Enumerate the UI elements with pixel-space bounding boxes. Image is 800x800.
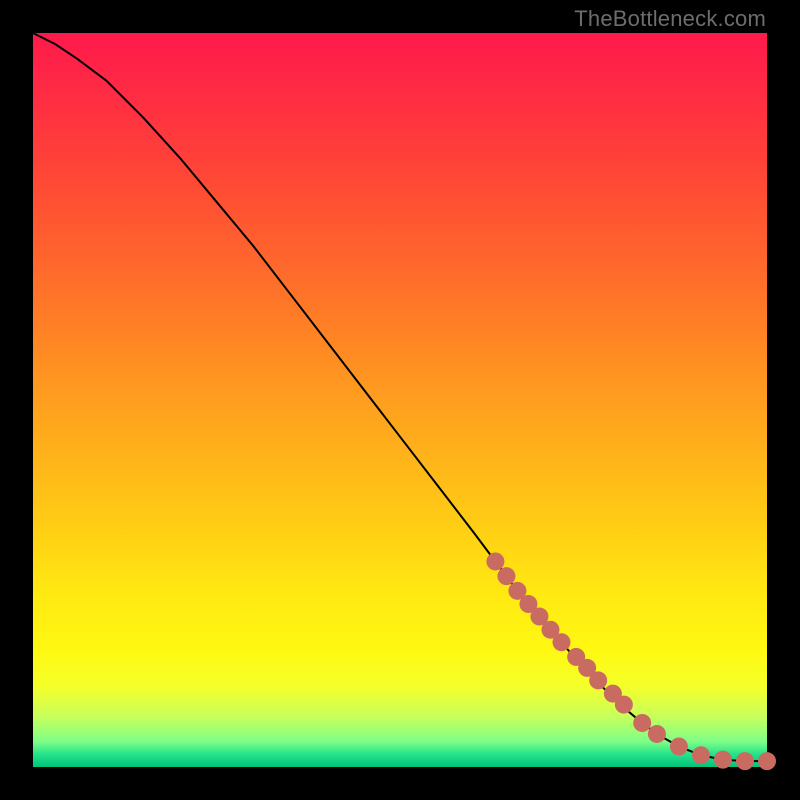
marker-dot	[497, 567, 515, 585]
marker-dot	[692, 746, 710, 764]
plot-area	[33, 33, 767, 767]
chart-stage: TheBottleneck.com	[0, 0, 800, 800]
marker-dot	[670, 737, 688, 755]
marker-dot	[648, 725, 666, 743]
marker-dot	[758, 752, 776, 770]
attribution-label: TheBottleneck.com	[574, 6, 766, 32]
marker-dot	[552, 633, 570, 651]
bottleneck-curve-line	[33, 33, 767, 761]
marker-dot	[486, 552, 504, 570]
marker-dot	[736, 752, 754, 770]
marker-dot	[633, 714, 651, 732]
marker-dot	[714, 751, 732, 769]
chart-svg	[33, 33, 767, 767]
marker-dot	[615, 696, 633, 714]
marker-points	[486, 552, 776, 770]
marker-dot	[589, 671, 607, 689]
